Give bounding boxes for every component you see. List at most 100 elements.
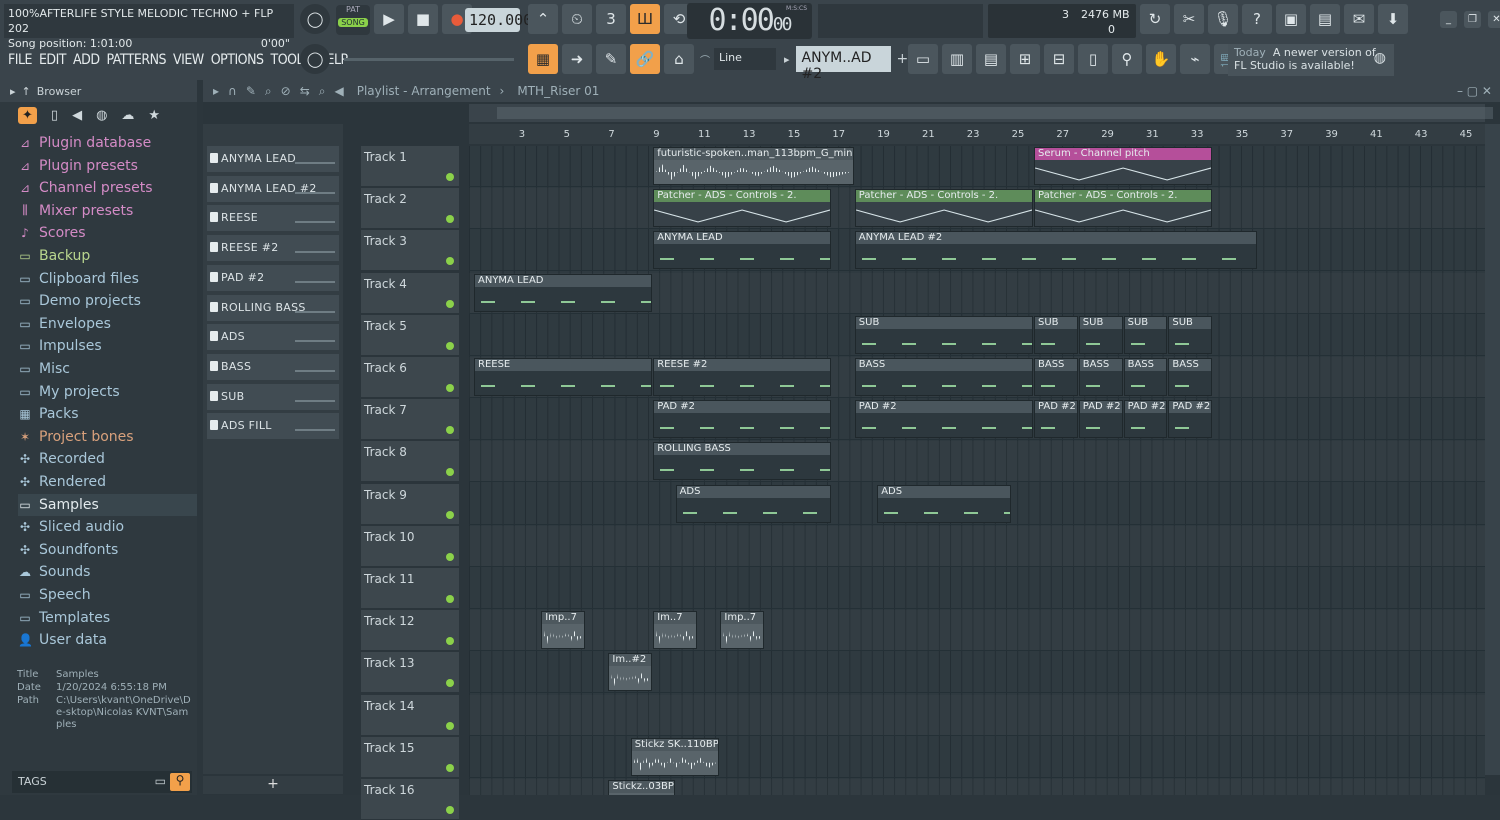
brush-icon[interactable]: ✎: [596, 44, 626, 74]
save-as-icon[interactable]: ▤: [1310, 4, 1340, 34]
menu-arrow-icon[interactable]: ▸: [213, 84, 219, 98]
clip[interactable]: PAD #2: [653, 400, 832, 439]
track-header[interactable]: Track 12: [361, 610, 459, 652]
pattern-selector[interactable]: ANYM..AD #2: [795, 46, 891, 82]
track-header[interactable]: Track 8: [361, 441, 459, 483]
pattern-item[interactable]: PAD #2: [207, 264, 339, 291]
cloud-tab-icon[interactable]: ☁: [121, 108, 134, 123]
clip[interactable]: Stickz..03BPM: [608, 780, 675, 795]
browser-item-plugin-database[interactable]: ⊿ Plugin database: [18, 132, 151, 154]
folder-icon[interactable]: ▭: [155, 774, 166, 788]
clip[interactable]: ANYMA LEAD #2: [854, 231, 1257, 270]
speaker-icon[interactable]: ◀: [334, 84, 343, 98]
window-controls[interactable]: – ▢ ✕: [1457, 84, 1492, 98]
track-mute-dot[interactable]: [446, 510, 454, 519]
pattern-prev-icon[interactable]: ▸: [784, 53, 790, 66]
track-header[interactable]: Track 10: [361, 525, 459, 567]
clip[interactable]: BASS: [854, 358, 1033, 396]
browser-item-sliced-audio[interactable]: ✣ Sliced audio: [18, 516, 124, 538]
browser-icon[interactable]: ⊟: [1044, 44, 1074, 74]
track-header[interactable]: Track 2: [361, 188, 459, 230]
master-volume-knob[interactable]: ◯: [300, 4, 330, 34]
clip[interactable]: BASS: [1034, 358, 1078, 396]
browser-item-project-bones[interactable]: ✶ Project bones: [18, 426, 134, 448]
track-header[interactable]: Track 3: [361, 230, 459, 272]
browser-item-misc[interactable]: ▭ Misc: [18, 358, 70, 380]
browser-item-sounds[interactable]: ☁ Sounds: [18, 561, 90, 583]
clip[interactable]: SUB: [1168, 315, 1213, 354]
close-icon[interactable]: ✕: [1488, 11, 1500, 28]
touch-icon[interactable]: ✋: [1146, 44, 1176, 74]
pat-song-toggle[interactable]: PAT SONG: [336, 5, 370, 35]
magnet-snap-icon[interactable]: ∩: [228, 84, 237, 98]
track-header[interactable]: Track 5: [361, 314, 459, 356]
expand-icon[interactable]: ▸: [10, 85, 16, 98]
browser-item-packs[interactable]: ▦ Packs: [18, 403, 78, 425]
cut-tools-icon[interactable]: ✂: [1174, 4, 1204, 34]
clip[interactable]: Stickz SK..110BPM: [630, 737, 720, 776]
plugin-icon[interactable]: ⚲: [1112, 44, 1142, 74]
track-mute-dot[interactable]: [446, 299, 454, 308]
globe-icon[interactable]: ◍: [1374, 51, 1386, 65]
files-tab-icon[interactable]: ▯: [51, 108, 58, 123]
browser-item-rendered[interactable]: ✣ Rendered: [18, 471, 106, 493]
zoom-icon[interactable]: ⌕: [319, 84, 326, 99]
slice-icon[interactable]: ⌕: [265, 84, 272, 99]
pattern-item[interactable]: ANYMA LEAD: [207, 146, 339, 172]
track-mute-dot[interactable]: [446, 721, 454, 730]
clip[interactable]: SUB: [1034, 315, 1078, 354]
track-mute-dot[interactable]: [446, 215, 454, 224]
pattern-item[interactable]: ADS FILL: [207, 413, 339, 440]
world-tab-icon[interactable]: ◍: [96, 108, 107, 123]
timeline-ruler[interactable]: 3 5 7 9 11 13 15 17 19 21 23 25 27 29 31 33 35 37 39 41 43 45: [469, 124, 1485, 144]
track-mute-dot[interactable]: [446, 426, 454, 435]
paint-icon[interactable]: ✎: [246, 84, 256, 98]
clip[interactable]: REESE #2: [653, 358, 832, 396]
browser-item-my-projects[interactable]: ▭ My projects: [18, 381, 119, 403]
track-header[interactable]: Track 16: [361, 779, 459, 820]
arrow-icon[interactable]: ➜: [562, 44, 592, 74]
clip[interactable]: Imp..7: [720, 611, 765, 650]
link-icon[interactable]: 🔗: [630, 44, 660, 74]
clip[interactable]: Im..7: [653, 611, 697, 650]
scrub-icon[interactable]: ⇆: [300, 84, 310, 98]
track-header[interactable]: Track 1: [361, 146, 459, 187]
pattern-item[interactable]: ADS: [207, 324, 339, 351]
search-icon[interactable]: ⚲: [170, 773, 190, 791]
clip[interactable]: ANYMA LEAD: [653, 231, 832, 270]
track-mute-dot[interactable]: [446, 257, 454, 266]
track-header[interactable]: Track 7: [361, 399, 459, 441]
clip[interactable]: ADS: [675, 484, 832, 523]
menu-options[interactable]: OPTIONS: [211, 52, 264, 68]
clip[interactable]: REESE: [474, 358, 653, 396]
track-lane[interactable]: [469, 737, 1485, 778]
playlist-icon[interactable]: ▭: [908, 44, 938, 74]
browser-item-impulses[interactable]: ▭ Impulses: [18, 335, 101, 357]
menu-edit[interactable]: EDIT: [39, 52, 67, 68]
track-mute-dot[interactable]: [446, 595, 454, 603]
piano-roll-icon[interactable]: ▤: [976, 44, 1006, 74]
track-lane[interactable]: [469, 526, 1485, 567]
tags-bar[interactable]: TAGS ▭ ⚲: [12, 771, 192, 793]
clip[interactable]: Patcher - ADS - Controls - 2.: [854, 189, 1033, 228]
clip[interactable]: Im..#2: [608, 653, 653, 692]
track-mute-dot[interactable]: [446, 552, 454, 561]
track-lane[interactable]: [469, 610, 1485, 652]
metronome-icon[interactable]: ⌃: [528, 4, 558, 34]
menu-file[interactable]: FILE: [8, 52, 32, 68]
up-icon[interactable]: ↑: [22, 85, 31, 98]
restore-icon[interactable]: ❐: [1464, 11, 1481, 28]
browser-item-recorded[interactable]: ✣ Recorded: [18, 448, 105, 470]
track-header[interactable]: Track 11: [361, 568, 459, 609]
sound-icon[interactable]: ⌁: [1180, 44, 1210, 74]
track-header[interactable]: Track 4: [361, 272, 459, 314]
undo-icon[interactable]: ↻: [1140, 4, 1170, 34]
all-tab-icon[interactable]: ✦: [18, 106, 37, 124]
mixer-icon[interactable]: ⊞: [1010, 44, 1040, 74]
browser-item-clipboard-files[interactable]: ▭ Clipboard files: [18, 268, 139, 290]
track-mute-dot[interactable]: [446, 763, 454, 772]
overview-scrollbar[interactable]: [469, 104, 1493, 122]
track-mute-dot[interactable]: [446, 341, 454, 350]
track-header[interactable]: Track 9: [361, 483, 459, 525]
clip[interactable]: Patcher - ADS - Controls - 2.: [1034, 189, 1213, 228]
